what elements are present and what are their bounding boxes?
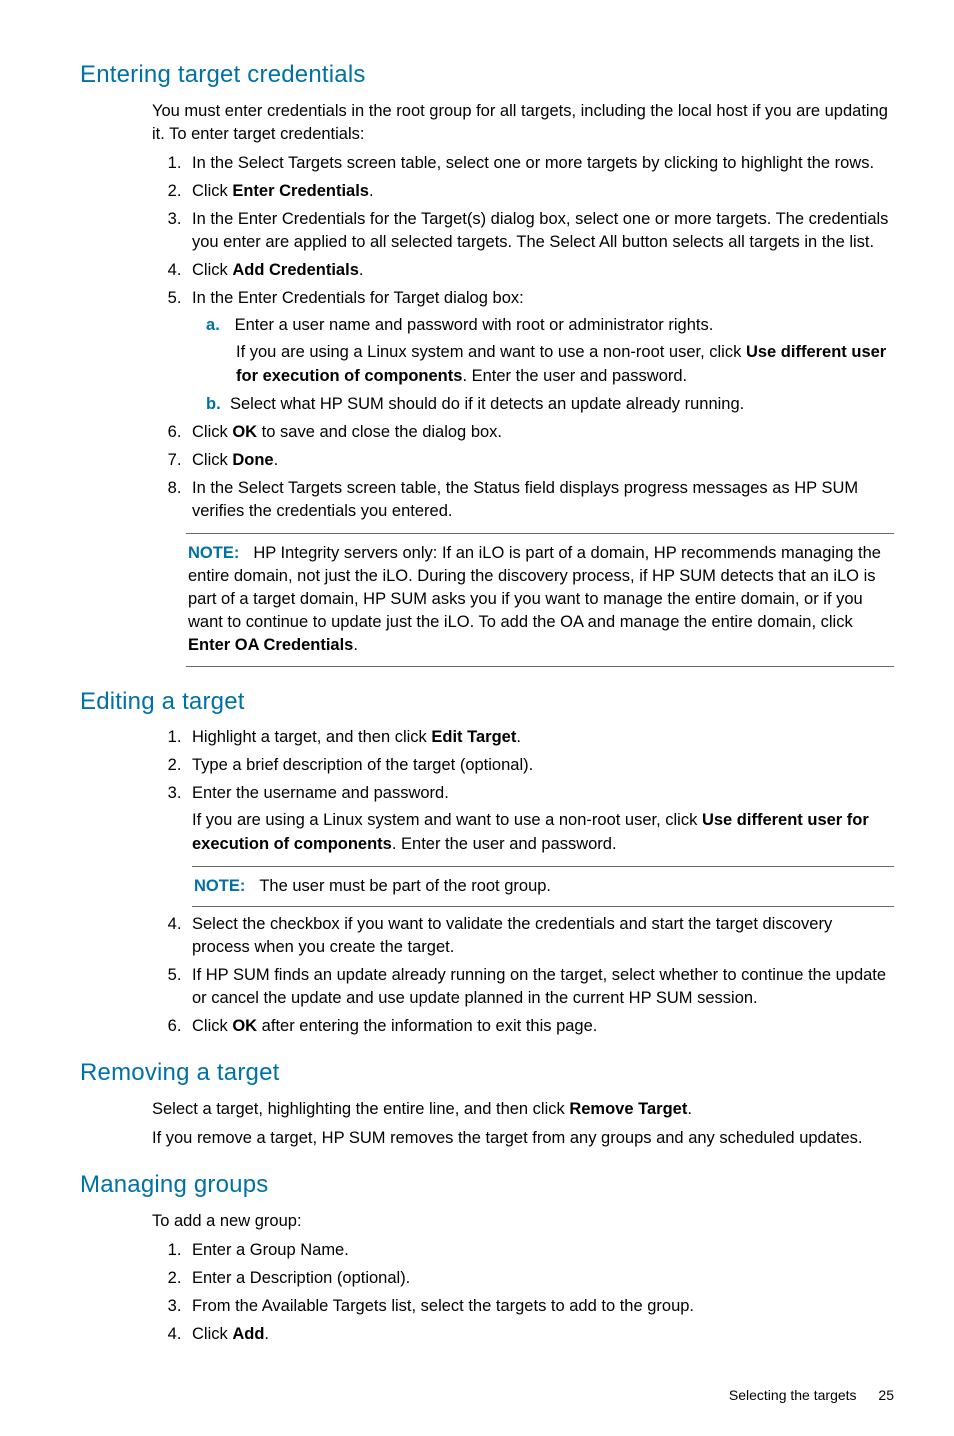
heading-editing-target: Editing a target xyxy=(80,685,894,719)
step-item: Click Done. xyxy=(186,449,894,472)
step-item: Click OK to save and close the dialog bo… xyxy=(186,421,894,444)
step-item: In the Enter Credentials for Target dial… xyxy=(186,287,894,415)
page-footer: Selecting the targets 25 xyxy=(80,1386,894,1406)
step-item: In the Enter Credentials for the Target(… xyxy=(186,208,894,254)
step-item: Enter the username and password. If you … xyxy=(186,782,894,906)
step-item: Click OK after entering the information … xyxy=(186,1015,894,1038)
step-item: Highlight a target, and then click Edit … xyxy=(186,726,894,749)
step-item: Enter a Group Name. xyxy=(186,1239,894,1262)
intro-text: To add a new group: xyxy=(152,1210,894,1233)
step-item: In the Select Targets screen table, sele… xyxy=(186,152,894,175)
note-label: NOTE: xyxy=(188,544,239,562)
note-label: NOTE: xyxy=(194,877,245,895)
step-item: Click Add. xyxy=(186,1323,894,1346)
heading-removing-target: Removing a target xyxy=(80,1056,894,1090)
step-item: Enter a Description (optional). xyxy=(186,1267,894,1290)
body-text: If you remove a target, HP SUM removes t… xyxy=(152,1127,894,1150)
intro-text: You must enter credentials in the root g… xyxy=(152,100,894,146)
body-text: Select a target, highlighting the entire… xyxy=(152,1098,894,1121)
substep-item: Select what HP SUM should do if it detec… xyxy=(230,393,894,416)
note-box: NOTE:The user must be part of the root g… xyxy=(192,866,894,907)
footer-title: Selecting the targets xyxy=(729,1387,857,1403)
substeps-list: Enter a user name and password with root… xyxy=(200,314,894,415)
steps-list: Highlight a target, and then click Edit … xyxy=(152,726,894,1038)
step-item: Click Add Credentials. xyxy=(186,259,894,282)
step-item: In the Select Targets screen table, the … xyxy=(186,477,894,523)
substep-item: Enter a user name and password with root… xyxy=(230,314,894,387)
step-item: If HP SUM finds an update already runnin… xyxy=(186,964,894,1010)
step-item: From the Available Targets list, select … xyxy=(186,1295,894,1318)
heading-entering-credentials: Entering target credentials xyxy=(80,58,894,92)
step-item: Click Enter Credentials. xyxy=(186,180,894,203)
heading-managing-groups: Managing groups xyxy=(80,1168,894,1202)
steps-list: Enter a Group Name. Enter a Description … xyxy=(152,1239,894,1346)
page-number: 25 xyxy=(878,1387,894,1403)
steps-list: In the Select Targets screen table, sele… xyxy=(152,152,894,523)
step-item: Select the checkbox if you want to valid… xyxy=(186,913,894,959)
step-item: Type a brief description of the target (… xyxy=(186,754,894,777)
note-box: NOTE:HP Integrity servers only: If an iL… xyxy=(186,533,894,666)
